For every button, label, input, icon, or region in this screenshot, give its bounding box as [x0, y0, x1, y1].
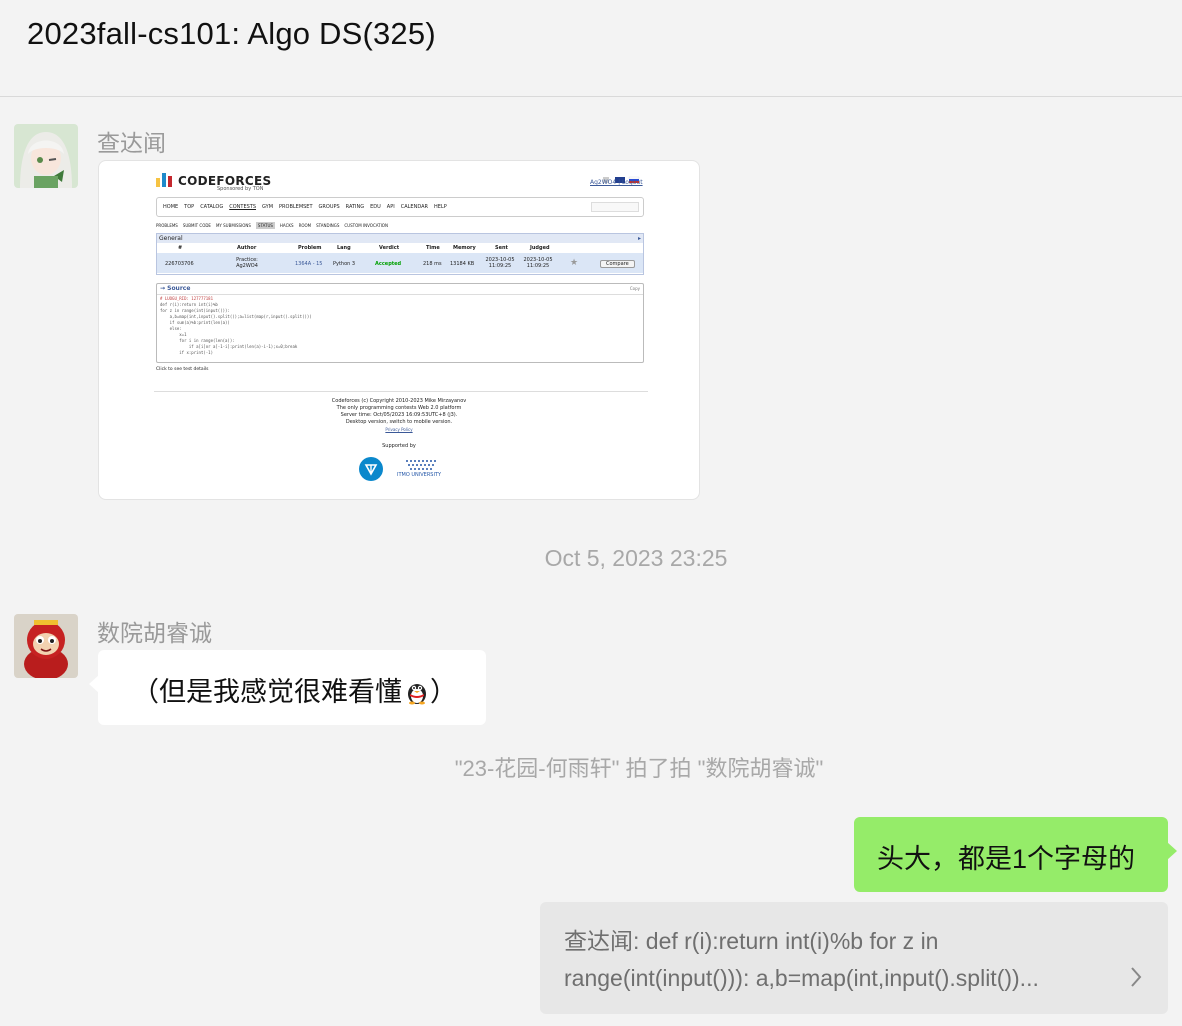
sub-nav: PROBLEMS SUBMIT CODE MY SUBMISSIONS STATUS H… — [156, 222, 393, 229]
subnav-item[interactable]: HACKS — [280, 223, 294, 228]
nav-item[interactable]: GROUPS — [319, 204, 340, 210]
submission-sent: 2023-10-05 11:09:25 — [485, 257, 515, 269]
chevron-right-icon[interactable] — [1130, 966, 1142, 993]
message-bubble-self[interactable]: 头大，都是1个字母的 — [854, 817, 1177, 892]
itmo-label: ITMO UNIVERSITY — [397, 472, 442, 478]
nav-item[interactable]: API — [387, 204, 395, 210]
col-header: # — [178, 245, 183, 251]
subnav-item[interactable]: PROBLEMS — [156, 223, 178, 228]
subnav-item[interactable]: MY SUBMISSIONS — [216, 223, 251, 228]
subnav-item[interactable]: SUBMIT CODE — [183, 223, 211, 228]
submission-judged: 2023-10-05 11:09:25 — [523, 257, 553, 269]
nav-item[interactable]: PROBLEMSET — [279, 204, 313, 210]
footer-line: Codeforces (c) Copyright 2010-2023 Mike … — [331, 398, 467, 404]
test-details-link[interactable]: Click to see test details — [156, 367, 208, 372]
quote-line: 查达闻: def r(i):return int(i)%b for z in — [564, 928, 939, 954]
submission-verdict: Accepted — [375, 261, 402, 267]
code-line: if x:print(-1) — [160, 350, 213, 355]
nav-item[interactable]: HOME — [163, 204, 178, 210]
submission-time: 218 ms — [423, 261, 442, 267]
col-header: Sent — [495, 245, 508, 251]
subnav-item[interactable]: ROOM — [299, 223, 312, 228]
copy-button[interactable]: Copy — [630, 286, 640, 291]
status-table: General ▸ # Author Problem Lang Verdict … — [156, 233, 644, 275]
footer-line: Desktop version, switch to mobile versio… — [345, 419, 453, 425]
quoted-message[interactable]: 查达闻: def r(i):return int(i)%b for z in r… — [540, 902, 1168, 1014]
nav-item[interactable]: EDU — [370, 204, 381, 210]
subnav-item[interactable]: STANDINGS — [316, 223, 339, 228]
message-text: 头大，都是1个字母的 — [877, 844, 1136, 874]
sender-name: 数院胡睿诚 — [97, 620, 212, 646]
message-timestamp: Oct 5, 2023 23:25 — [544, 545, 728, 571]
user-links[interactable]: Ag2WO4 | Logout — [590, 179, 643, 186]
footer-line[interactable]: Privacy Policy — [249, 426, 549, 433]
compare-button[interactable]: Compare — [600, 260, 635, 268]
message-text: （但是我感觉很难看懂） — [132, 677, 457, 707]
expand-arrow-icon[interactable]: ▸ — [638, 235, 641, 242]
search-input[interactable] — [591, 202, 639, 212]
submission-problem[interactable]: 1364A - 15 — [295, 261, 323, 267]
site-footer: Codeforces (c) Copyright 2010-2023 Mike … — [249, 398, 549, 433]
logo-sponsor: Sponsored by TON — [217, 186, 264, 192]
submission-lang: Python 3 — [333, 261, 356, 267]
nav-item[interactable]: CONTESTS — [229, 204, 256, 210]
nav-item[interactable]: GYM — [262, 204, 273, 210]
table-title: General — [159, 235, 183, 242]
col-header: Lang — [337, 245, 351, 251]
main-nav: HOME TOP CATALOG CONTESTS GYM PROBLEMSET GROUP… — [156, 197, 644, 217]
source-code: # LUOGU_RID: 127777181 def r(i):return in… — [160, 296, 312, 356]
sender-name: 查达闻 — [97, 130, 166, 156]
nav-item[interactable]: RATING — [346, 204, 364, 210]
qq-penguin-emoji-icon — [404, 679, 430, 705]
nav-item[interactable]: HELP — [434, 204, 447, 210]
source-box: → Source Copy # LUOGU_RID: 127777181 def … — [156, 283, 644, 363]
col-header: Verdict — [379, 245, 400, 251]
chat-header: 2023fall-cs101: Algo DS(325) — [0, 0, 1182, 97]
codeforces-logo-icon — [156, 172, 174, 191]
source-title: → Source — [160, 285, 191, 292]
star-icon[interactable]: ★ — [570, 258, 578, 268]
submission-id[interactable]: 226703706 — [165, 261, 194, 267]
col-header: Author — [237, 245, 257, 251]
supported-by: Supported by — [382, 443, 416, 449]
col-header: Judged — [530, 245, 550, 251]
quote-line: range(int(input())): a,b=map(int,input()… — [564, 965, 1039, 991]
footer-line: Server time: Oct/05/2023 16:09:53UTC+8 (… — [340, 412, 458, 418]
col-header: Memory — [453, 245, 476, 251]
subnav-item[interactable]: CUSTOM INVOCATION — [344, 223, 388, 228]
submission-memory: 13184 KB — [450, 261, 475, 267]
screenshot-image-message[interactable]: CODEFORCES Sponsored by TON Ag2WO4 | Log… — [98, 160, 700, 500]
nav-item[interactable]: CALENDAR — [401, 204, 428, 210]
message-bubble[interactable]: （但是我感觉很难看懂） — [89, 650, 486, 725]
footer-line: The only programming contests Web 2.0 pl… — [336, 405, 462, 411]
avatar[interactable] — [14, 614, 78, 678]
system-message: "23-花园-何雨轩" 拍了拍 "数院胡睿诚" — [454, 756, 824, 781]
subnav-item[interactable]: STATUS — [255, 222, 275, 229]
chat-title: 2023fall-cs101: Algo DS(325) — [27, 16, 436, 51]
avatar[interactable] — [14, 124, 78, 188]
ton-logo-icon — [359, 457, 383, 485]
nav-item[interactable]: TOP — [184, 204, 194, 210]
submission-author[interactable]: Practice: Ag2WO4 — [233, 257, 261, 269]
col-header: Time — [426, 245, 440, 251]
nav-item[interactable]: CATALOG — [200, 204, 223, 210]
col-header: Problem — [298, 245, 322, 251]
